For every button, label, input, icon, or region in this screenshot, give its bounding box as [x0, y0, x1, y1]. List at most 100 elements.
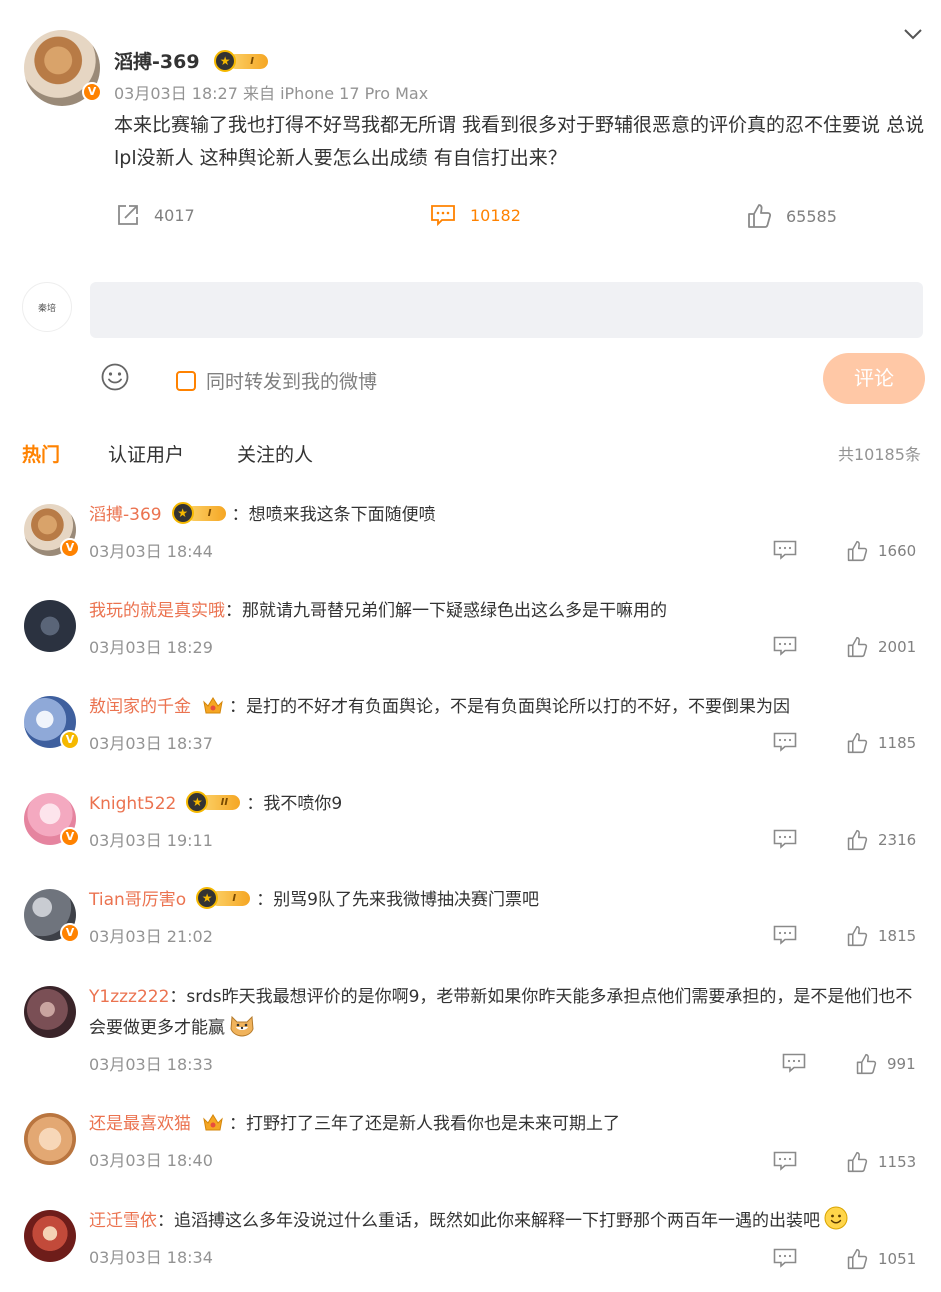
- comment-like-button[interactable]: 991: [855, 1053, 916, 1075]
- comment-time: 03月03日 19:11: [89, 831, 213, 850]
- doge-emoji-icon: [230, 1015, 254, 1037]
- my-avatar[interactable]: 秦培: [22, 282, 72, 332]
- comment-like-button[interactable]: 1815: [846, 925, 916, 947]
- comment-separator: ：: [246, 794, 264, 814]
- comment-input[interactable]: [90, 282, 923, 338]
- comment-content: Y1zzz222：srds昨天我最想评价的是你啊9，老带新如果你昨天能多承担点他…: [89, 982, 924, 1044]
- repost-to-weibo-option[interactable]: 同时转发到我的微博: [176, 367, 377, 394]
- weibo-post: V 滔搏-369 I ★ 03月03日 18:27 来自 iPhone 17 P…: [0, 0, 941, 250]
- my-avatar-caption: 秦培: [37, 303, 56, 314]
- comment-content: Knight522 II ★ ：我不喷你9: [89, 789, 924, 820]
- comment-like-button[interactable]: 2316: [846, 829, 916, 851]
- verified-icon: V: [60, 923, 80, 943]
- reply-icon[interactable]: [773, 1151, 797, 1171]
- comment-time: 03月03日 18:29: [89, 638, 213, 657]
- comment-content: 我玩的就是真实哦：那就请九哥替兄弟们解一下疑惑绿色出这么多是干嘛用的: [89, 596, 924, 627]
- comment-separator: ：: [229, 697, 246, 717]
- emoji-icon[interactable]: [100, 362, 130, 392]
- comment-time: 03月03日 18:34: [89, 1248, 213, 1267]
- comment-count: 10182: [470, 205, 521, 225]
- commenter-avatar[interactable]: [24, 1210, 76, 1262]
- member-crown-icon[interactable]: I ★: [171, 502, 228, 524]
- comment-time: 03月03日 21:02: [89, 927, 213, 946]
- commenter-name[interactable]: Y1zzz222: [89, 987, 169, 1007]
- comment-item: 还是最喜欢猫 ：打野打了三年了还是新人我看你也是未来可期上了 03月03日 18:…: [0, 1109, 941, 1199]
- reply-icon[interactable]: [773, 925, 797, 945]
- comment-separator: ：: [169, 987, 187, 1007]
- like-icon: [847, 732, 868, 754]
- commenter-avatar[interactable]: V: [24, 793, 80, 847]
- commenter-avatar[interactable]: [24, 986, 76, 1038]
- comment-separator: ：: [231, 505, 249, 525]
- repost-button[interactable]: 4017: [116, 203, 195, 227]
- comment-like-button[interactable]: 1660: [846, 540, 916, 562]
- verified-icon: V: [60, 827, 80, 847]
- like-icon: [847, 1151, 868, 1173]
- author-name[interactable]: 滔搏-369: [114, 51, 200, 73]
- commenter-avatar[interactable]: [24, 600, 76, 652]
- member-crown-icon[interactable]: II ★: [186, 791, 242, 813]
- comment-text: 打野打了三年了还是新人我看你也是未来可期上了: [246, 1114, 620, 1134]
- comment-like-count: 1660: [878, 542, 917, 560]
- comment-like-count: 1185: [878, 734, 917, 752]
- tab-following[interactable]: 关注的人: [237, 440, 313, 467]
- reply-icon[interactable]: [773, 636, 797, 656]
- comment-time: 03月03日 18:44: [89, 542, 213, 561]
- reply-icon[interactable]: [773, 1248, 797, 1268]
- author-avatar[interactable]: V: [24, 30, 102, 106]
- commenter-avatar[interactable]: V: [24, 504, 80, 558]
- commenter-avatar[interactable]: [24, 1113, 76, 1165]
- like-icon: [847, 1248, 868, 1270]
- comment-separator: ：: [229, 1114, 246, 1134]
- member-crown-icon[interactable]: I ★: [196, 887, 252, 909]
- commenter-avatar[interactable]: V: [24, 696, 80, 750]
- like-icon: [847, 636, 868, 658]
- repost-checkbox[interactable]: [176, 370, 196, 391]
- comment-like-button[interactable]: 1153: [846, 1151, 916, 1173]
- comment-text: 那就请九哥替兄弟们解一下疑惑绿色出这么多是干嘛用的: [242, 601, 667, 621]
- verified-icon: V: [60, 538, 80, 558]
- king-crown-icon[interactable]: [201, 1111, 225, 1133]
- comment-item: V 敖闰家的千金 ：是打的不好才有负面舆论，不是有负面舆论所以打的不好，不要倒果为…: [0, 692, 941, 782]
- king-crown-icon[interactable]: [201, 694, 225, 716]
- comment-separator: ：: [256, 890, 274, 910]
- member-crown-icon[interactable]: I ★: [214, 49, 270, 72]
- comment-content: 还是最喜欢猫 ：打野打了三年了还是新人我看你也是未来可期上了: [89, 1109, 924, 1140]
- comment-content: 迂迁雪依：追滔搏这么多年没说过什么重话，既然如此你来解释一下打野那个两百年一遇的…: [89, 1206, 924, 1237]
- comment-separator: ：: [157, 1211, 174, 1231]
- chevron-down-icon[interactable]: [903, 26, 923, 42]
- comment-like-count: 1815: [878, 927, 917, 945]
- smile-emoji-icon: [824, 1206, 848, 1230]
- like-icon: [856, 1053, 877, 1075]
- repost-option-label: 同时转发到我的微博: [206, 371, 378, 393]
- tab-hot[interactable]: 热门: [22, 440, 60, 467]
- reply-icon[interactable]: [773, 829, 797, 849]
- commenter-name[interactable]: 迂迁雪依: [89, 1211, 157, 1231]
- comment-like-count: 2316: [878, 831, 917, 849]
- repost-count: 4017: [154, 205, 195, 225]
- comment-text: 别骂9队了先来我微博抽决赛门票吧: [273, 890, 540, 910]
- commenter-name[interactable]: Knight522: [89, 794, 176, 814]
- verified-icon: V: [60, 730, 80, 750]
- submit-comment-button[interactable]: 评论: [823, 353, 925, 404]
- like-icon: [847, 925, 868, 947]
- reply-icon[interactable]: [782, 1053, 806, 1073]
- comment-like-button[interactable]: 2001: [846, 636, 916, 658]
- like-button[interactable]: 65585: [746, 203, 837, 229]
- comment-like-button[interactable]: 1185: [846, 732, 916, 754]
- commenter-name[interactable]: 我玩的就是真实哦: [89, 601, 225, 621]
- reply-icon[interactable]: [773, 540, 797, 560]
- tab-verified-users[interactable]: 认证用户: [108, 440, 184, 467]
- post-meta: 03月03日 18:27 来自 iPhone 17 Pro Max: [114, 84, 429, 103]
- commenter-name[interactable]: 敖闰家的千金: [89, 697, 191, 717]
- commenter-name[interactable]: 还是最喜欢猫: [89, 1114, 191, 1134]
- comment-like-button[interactable]: 1051: [846, 1248, 916, 1270]
- comment-item: V 滔搏-369 I ★ ：想喷来我这条下面随便喷 03月03日 18:44 1660: [0, 500, 941, 590]
- commenter-name[interactable]: 滔搏-369: [89, 505, 162, 525]
- reply-icon[interactable]: [773, 732, 797, 752]
- comment-content: 敖闰家的千金 ：是打的不好才有负面舆论，不是有负面舆论所以打的不好，不要倒果为因: [89, 692, 924, 723]
- commenter-avatar[interactable]: V: [24, 889, 80, 943]
- crown-star-icon: ★: [214, 49, 237, 72]
- commenter-name[interactable]: Tian哥厉害o: [89, 890, 186, 910]
- comment-button[interactable]: 10182: [430, 203, 941, 227]
